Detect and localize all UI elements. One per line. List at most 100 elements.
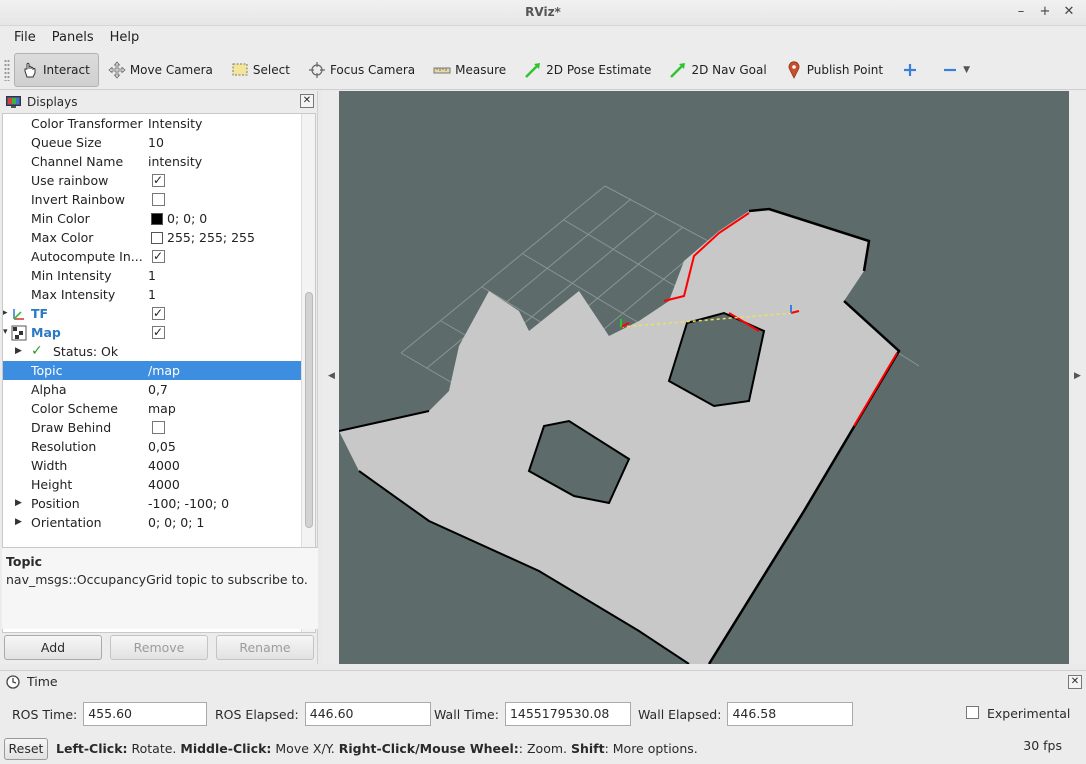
draw-behind-checkbox[interactable] bbox=[152, 421, 165, 434]
close-icon[interactable]: ✕ bbox=[300, 94, 314, 108]
ros-time-field: ROS Time: 455.60 bbox=[12, 702, 208, 726]
map-pin-icon bbox=[785, 61, 803, 79]
property-row[interactable]: Width 4000 bbox=[3, 456, 301, 475]
wall-time-field: Wall Time: 1455179530.08 bbox=[434, 702, 631, 726]
property-row[interactable]: Invert Rainbow bbox=[3, 190, 301, 209]
collapse-right-icon[interactable]: ▶ bbox=[1074, 371, 1081, 381]
hand-icon bbox=[21, 61, 39, 79]
time-title: Time bbox=[27, 674, 58, 689]
ros-elapsed-field: ROS Elapsed: 446.60 bbox=[215, 702, 431, 726]
close-icon[interactable]: ✕ bbox=[1062, 3, 1076, 21]
add-button[interactable]: Add bbox=[4, 635, 102, 660]
description-heading: Topic bbox=[6, 554, 43, 569]
property-row[interactable]: Color Scheme map bbox=[3, 399, 301, 418]
rename-button[interactable]: Rename bbox=[216, 635, 314, 660]
chevron-right-icon[interactable]: ▶ bbox=[15, 342, 22, 361]
displays-title: Displays bbox=[27, 95, 78, 109]
property-row[interactable]: Max Color 255; 255; 255 bbox=[3, 228, 301, 247]
ros-elapsed-input[interactable]: 446.60 bbox=[304, 702, 431, 726]
green-arrow-icon bbox=[669, 61, 687, 79]
publish-point-tool-button[interactable]: Publish Point bbox=[778, 53, 892, 87]
scrollbar-thumb[interactable] bbox=[305, 292, 313, 528]
property-row-selected[interactable]: Topic/map bbox=[3, 361, 301, 380]
tool-label: Measure bbox=[455, 62, 507, 77]
tool-label: 2D Nav Goal bbox=[691, 62, 767, 77]
property-row[interactable]: Color Transformer Intensity bbox=[3, 114, 301, 133]
experimental-checkbox[interactable] bbox=[966, 706, 979, 719]
map-checkbox[interactable] bbox=[152, 323, 165, 342]
map-icon bbox=[11, 325, 27, 341]
pose-estimate-tool-button[interactable]: 2D Pose Estimate bbox=[517, 53, 660, 87]
property-row[interactable]: Resolution 0,05 bbox=[3, 437, 301, 456]
chevron-down-icon[interactable]: ▼ bbox=[963, 65, 970, 75]
display-item-map[interactable]: ▾ Map bbox=[3, 323, 301, 342]
autocompute-checkbox[interactable] bbox=[152, 247, 165, 266]
status-bar: Reset Left-Click: Rotate. Middle-Click: … bbox=[0, 737, 1086, 764]
status-row[interactable]: ▶ ✓ Status: Ok bbox=[3, 342, 301, 361]
ros-time-input[interactable]: 455.60 bbox=[83, 702, 208, 726]
render-viewport[interactable]: ◀ ▶ bbox=[322, 91, 1086, 664]
property-row[interactable]: Queue Size 10 bbox=[3, 133, 301, 152]
move-icon bbox=[108, 60, 126, 79]
chevron-down-icon[interactable]: ▾ bbox=[3, 323, 8, 342]
focus-camera-tool-button[interactable]: Focus Camera bbox=[301, 53, 424, 87]
minus-icon bbox=[941, 61, 959, 79]
remove-tool-button[interactable]: ▼ bbox=[934, 53, 979, 87]
wall-time-input[interactable]: 1455179530.08 bbox=[504, 702, 631, 726]
property-row[interactable]: Autocompute In... bbox=[3, 247, 301, 266]
property-row[interactable]: Height 4000 bbox=[3, 475, 301, 494]
property-row[interactable]: ▶ Position -100; -100; 0 bbox=[3, 494, 301, 513]
focus-icon bbox=[308, 61, 326, 79]
chevron-right-icon[interactable]: ▸ bbox=[3, 304, 8, 323]
menu-file[interactable]: File bbox=[6, 26, 44, 50]
tool-label: Publish Point bbox=[806, 62, 884, 77]
monitor-icon bbox=[6, 95, 21, 109]
mouse-hint: Left-Click: Rotate. Middle-Click: Move X… bbox=[56, 741, 698, 756]
move-camera-tool-button[interactable]: Move Camera bbox=[101, 53, 222, 87]
interact-tool-button[interactable]: Interact bbox=[14, 52, 99, 87]
chevron-right-icon[interactable]: ▶ bbox=[15, 513, 22, 532]
collapse-left-icon[interactable]: ◀ bbox=[328, 371, 335, 381]
max-color-swatch[interactable] bbox=[151, 231, 163, 244]
tool-label: Interact bbox=[43, 62, 90, 77]
menu-panels[interactable]: Panels bbox=[44, 26, 102, 50]
use-rainbow-checkbox[interactable] bbox=[152, 171, 165, 190]
invert-rainbow-checkbox[interactable] bbox=[152, 193, 165, 206]
green-arrow-icon bbox=[524, 61, 542, 79]
time-panel: Time ✕ ROS Time: 455.60 ROS Elapsed: 446… bbox=[0, 670, 1086, 764]
minimize-icon[interactable]: – bbox=[1014, 3, 1028, 21]
property-row[interactable]: Channel Name intensity bbox=[3, 152, 301, 171]
experimental-option[interactable]: Experimental bbox=[966, 706, 1070, 721]
clock-icon bbox=[6, 674, 20, 689]
property-row[interactable]: Alpha 0,7 bbox=[3, 380, 301, 399]
tool-label: Move Camera bbox=[129, 62, 213, 77]
wall-elapsed-field: Wall Elapsed: 446.58 bbox=[638, 702, 854, 726]
fps-readout: 30 fps bbox=[1023, 738, 1062, 753]
plus-icon bbox=[901, 61, 919, 79]
property-row[interactable]: Use rainbow bbox=[3, 171, 301, 190]
nav-goal-tool-button[interactable]: 2D Nav Goal bbox=[662, 53, 775, 87]
chevron-right-icon[interactable]: ▶ bbox=[15, 494, 22, 513]
measure-tool-button[interactable]: Measure bbox=[426, 53, 515, 87]
tool-label: Select bbox=[252, 62, 290, 77]
ruler-icon bbox=[433, 61, 451, 79]
maximize-icon[interactable]: + bbox=[1038, 3, 1052, 21]
wall-elapsed-input[interactable]: 446.58 bbox=[727, 702, 854, 726]
property-row[interactable]: Draw Behind bbox=[3, 418, 301, 437]
reset-button[interactable]: Reset bbox=[4, 738, 48, 760]
property-row[interactable]: Min Color 0; 0; 0 bbox=[3, 209, 301, 228]
property-row[interactable]: Min Intensity 1 bbox=[3, 266, 301, 285]
toolbar-grip[interactable] bbox=[4, 58, 10, 81]
select-tool-button[interactable]: Select bbox=[224, 53, 299, 87]
remove-button[interactable]: Remove bbox=[110, 635, 208, 660]
add-tool-button[interactable] bbox=[894, 53, 932, 87]
close-icon[interactable]: ✕ bbox=[1068, 675, 1082, 689]
display-item-tf[interactable]: ▸ TF bbox=[3, 304, 301, 323]
description-text: nav_msgs::OccupancyGrid topic to subscri… bbox=[6, 572, 308, 587]
displays-header: Displays ✕ bbox=[0, 91, 318, 113]
property-row[interactable]: Max Intensity 1 bbox=[3, 285, 301, 304]
menu-help[interactable]: Help bbox=[102, 26, 148, 50]
min-color-swatch[interactable] bbox=[151, 212, 163, 225]
property-row[interactable]: ▶ Orientation 0; 0; 0; 1 bbox=[3, 513, 301, 532]
tf-checkbox[interactable] bbox=[152, 304, 165, 323]
